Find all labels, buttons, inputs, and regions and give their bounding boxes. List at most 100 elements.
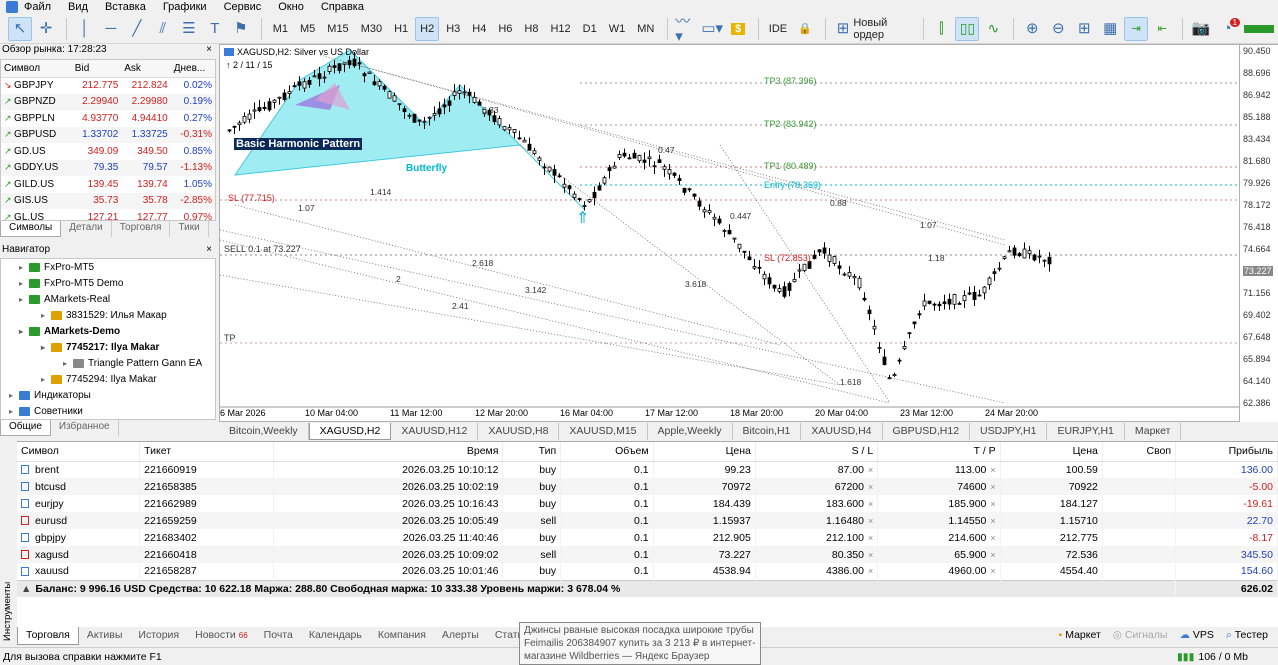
remove-sl-icon[interactable]: × — [868, 465, 873, 475]
remove-sl-icon[interactable]: × — [868, 550, 873, 560]
remove-tp-icon[interactable]: × — [990, 550, 995, 560]
chart-tab[interactable]: XAGUSD,H2 — [308, 423, 392, 440]
position-row[interactable]: btcusd 221658385 2026.03.25 10:02:19 buy 0.1… — [17, 478, 1278, 495]
position-row[interactable]: xagusd 221660418 2026.03.25 10:09:02 sell 0.… — [17, 546, 1278, 563]
grid-icon[interactable]: ▦ — [1098, 17, 1122, 41]
positions-col-10[interactable]: Прибыль — [1175, 442, 1278, 462]
positions-col-3[interactable]: Тип — [502, 442, 562, 462]
remove-tp-icon[interactable]: × — [990, 465, 995, 475]
navigator-item[interactable]: ▸ Советники — [1, 403, 215, 419]
dollar-icon[interactable]: $ — [726, 17, 750, 41]
navigator-item[interactable]: ▸ AMarkets-Real — [1, 291, 215, 307]
menu-tools[interactable]: Сервис — [224, 1, 262, 13]
chart-tab[interactable]: EURJPY,H1 — [1047, 423, 1125, 440]
bar-chart-icon[interactable]: ⫿ — [929, 17, 953, 41]
timeframe-h1[interactable]: H1 — [389, 17, 413, 41]
expand-chevron-icon[interactable]: ▸ — [41, 375, 51, 384]
remove-sl-icon[interactable]: × — [868, 533, 873, 543]
expand-chevron-icon[interactable]: ▸ — [9, 407, 19, 416]
market-watch-row[interactable]: ↗ GD.US 349.09 349.50 0.85% — [1, 143, 215, 160]
market-watch-row[interactable]: ↘ GBPJPY 212.775 212.824 0.02% — [1, 77, 215, 94]
menu-help[interactable]: Справка — [321, 1, 364, 13]
sl-cell[interactable]: 87.00 × — [755, 461, 879, 478]
tile-windows-icon[interactable]: ⊞ — [1072, 17, 1096, 41]
market-tab[interactable]: ▪ Маркет — [1053, 627, 1107, 645]
timeframe-h3[interactable]: H3 — [441, 17, 465, 41]
templates-icon[interactable]: ▭▾ — [700, 17, 724, 41]
expand-chevron-icon[interactable]: ▸ — [41, 311, 51, 320]
tp-cell[interactable]: 65.900 × — [877, 546, 1001, 563]
timeframe-m1[interactable]: M1 — [268, 17, 293, 41]
navigator-item[interactable]: ▸ Triangle Pattern Gann EA — [1, 355, 215, 371]
vps-tab[interactable]: ☁ VPS — [1173, 627, 1219, 645]
chart-tab[interactable]: GBPUSD,H12 — [883, 423, 971, 440]
tp-cell[interactable]: 214.600 × — [877, 529, 1001, 546]
chart-tab[interactable]: Bitcoin,H1 — [733, 423, 802, 440]
close-icon[interactable]: × — [206, 244, 216, 258]
menu-file[interactable]: Файл — [24, 1, 51, 13]
autoscroll-icon[interactable]: ⇥ — [1124, 16, 1149, 41]
mw-tab-0[interactable]: Символы — [0, 221, 62, 237]
timeframe-h2[interactable]: H2 — [415, 16, 440, 41]
positions-col-5[interactable]: Цена — [653, 442, 756, 462]
terminal-tab[interactable]: Активы — [79, 627, 131, 645]
terminal-tab[interactable]: Компания — [370, 627, 434, 645]
market-watch-row[interactable]: ↗ GBPUSD 1.33702 1.33725 -0.31% — [1, 126, 215, 143]
chart-tab[interactable]: XAUUSD,H12 — [391, 423, 479, 440]
remove-tp-icon[interactable]: × — [990, 499, 995, 509]
terminal-tab[interactable]: Календарь — [301, 627, 370, 645]
shapes-icon[interactable]: ⚑ — [229, 17, 253, 41]
timeframe-w1[interactable]: W1 — [604, 17, 631, 41]
timeframe-m15[interactable]: M15 — [322, 17, 353, 41]
remove-tp-icon[interactable]: × — [990, 566, 995, 576]
vertical-line-icon[interactable]: │ — [73, 17, 97, 41]
menu-view[interactable]: Вид — [68, 1, 88, 13]
market-watch-row[interactable]: ↗ GBPNZD 2.29940 2.29980 0.19% — [1, 93, 215, 110]
sl-cell[interactable]: 80.350 × — [755, 546, 879, 563]
close-icon[interactable]: × — [206, 44, 216, 59]
menu-charts[interactable]: Графики — [163, 1, 207, 13]
position-row[interactable]: xauusd 221658287 2026.03.25 10:01:46 buy 0.1… — [17, 563, 1278, 580]
timeframe-d1[interactable]: D1 — [578, 17, 602, 41]
timeframe-mn[interactable]: MN — [632, 17, 659, 41]
sl-cell[interactable]: 1.16480 × — [755, 512, 879, 529]
expand-chevron-icon[interactable]: ▸ — [63, 359, 73, 368]
chart-tab[interactable]: XAUUSD,H4 — [801, 423, 883, 440]
tp-cell[interactable]: 113.00 × — [877, 461, 1001, 478]
timeframe-m5[interactable]: M5 — [295, 17, 320, 41]
remove-tp-icon[interactable]: × — [990, 482, 995, 492]
navigator-item[interactable]: ▸ 7745294: Ilya Makar — [1, 371, 215, 387]
mw-col-2[interactable]: Ask — [121, 60, 171, 78]
navigator-item[interactable]: ▸ Индикаторы — [1, 387, 215, 403]
chart-shift-icon[interactable]: ⇤ — [1150, 17, 1174, 41]
position-row[interactable]: eurusd 221659259 2026.03.25 10:05:49 sell 0.… — [17, 512, 1278, 529]
mw-col-1[interactable]: Bid — [71, 60, 122, 78]
chart-tab[interactable]: Bitcoin,Weekly — [219, 423, 309, 440]
chart-type-icon[interactable]: 〰▾ — [674, 14, 698, 44]
positions-col-6[interactable]: S / L — [755, 442, 879, 462]
market-watch-row[interactable]: ↗ GIS.US 35.73 35.78 -2.85% — [1, 192, 215, 209]
timeframe-m30[interactable]: M30 — [356, 17, 387, 41]
text-tool-icon[interactable]: T — [203, 17, 227, 41]
positions-col-4[interactable]: Объем — [560, 442, 654, 462]
remove-tp-icon[interactable]: × — [990, 516, 995, 526]
zoom-in-icon[interactable]: ⊕ — [1020, 17, 1044, 41]
signals-tab[interactable]: ◎ Сигналы — [1107, 627, 1174, 645]
menu-window[interactable]: Окно — [278, 1, 304, 13]
sl-cell[interactable]: 183.600 × — [755, 495, 879, 512]
chart-window[interactable]: ⇑ XAGUSD,H2: Silver vs US Dollar ↑ 2 / 1… — [219, 44, 1240, 422]
navigator-item[interactable]: ▸ 7745217: Ilya Makar — [1, 339, 215, 355]
timeframe-h8[interactable]: H8 — [519, 17, 543, 41]
positions-col-8[interactable]: Цена — [1000, 442, 1103, 462]
remove-sl-icon[interactable]: × — [868, 566, 873, 576]
expand-chevron-icon[interactable]: ▸ — [19, 327, 29, 336]
nav-tab-0[interactable]: Общие — [0, 420, 51, 436]
remove-sl-icon[interactable]: × — [868, 482, 873, 492]
terminal-tab[interactable]: История — [130, 627, 187, 645]
remove-tp-icon[interactable]: × — [990, 533, 995, 543]
terminal-tab[interactable]: Торговля — [17, 627, 79, 645]
chart-tab[interactable]: XAUUSD,H8 — [478, 423, 560, 440]
tp-cell[interactable]: 4960.00 × — [877, 563, 1001, 580]
zoom-out-icon[interactable]: ⊖ — [1046, 17, 1070, 41]
tp-cell[interactable]: 185.900 × — [877, 495, 1001, 512]
